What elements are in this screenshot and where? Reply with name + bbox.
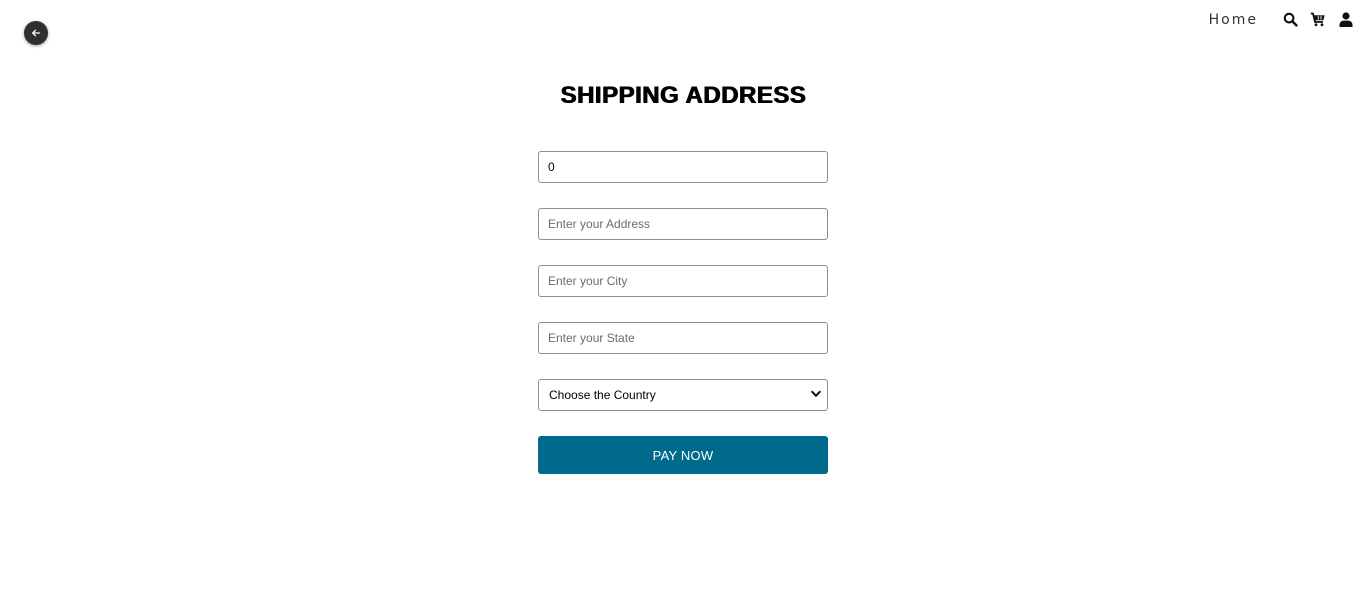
phone-field[interactable] <box>538 151 828 183</box>
page-title: SHIPPING ADDRESS <box>560 82 806 109</box>
user-icon[interactable] <box>1338 11 1354 27</box>
shipping-form: Choose the Country PAY NOW <box>538 151 828 474</box>
shipping-page: Home SHIPPING ADDRESS 0 Enter your Addre… <box>0 0 1366 593</box>
pay-now-button[interactable]: PAY NOW <box>538 436 828 474</box>
country-select[interactable]: Choose the Country <box>538 379 828 411</box>
address-field[interactable] <box>538 208 828 240</box>
city-field[interactable] <box>538 265 828 297</box>
state-field[interactable] <box>538 322 828 354</box>
cart-icon[interactable] <box>1310 11 1326 27</box>
top-navigation: Home <box>1209 9 1354 29</box>
country-select-wrapper: Choose the Country <box>538 379 828 411</box>
back-button[interactable] <box>24 21 48 45</box>
arrow-left-icon <box>32 29 41 37</box>
search-icon[interactable] <box>1282 11 1298 27</box>
nav-home-link[interactable]: Home <box>1209 12 1258 28</box>
